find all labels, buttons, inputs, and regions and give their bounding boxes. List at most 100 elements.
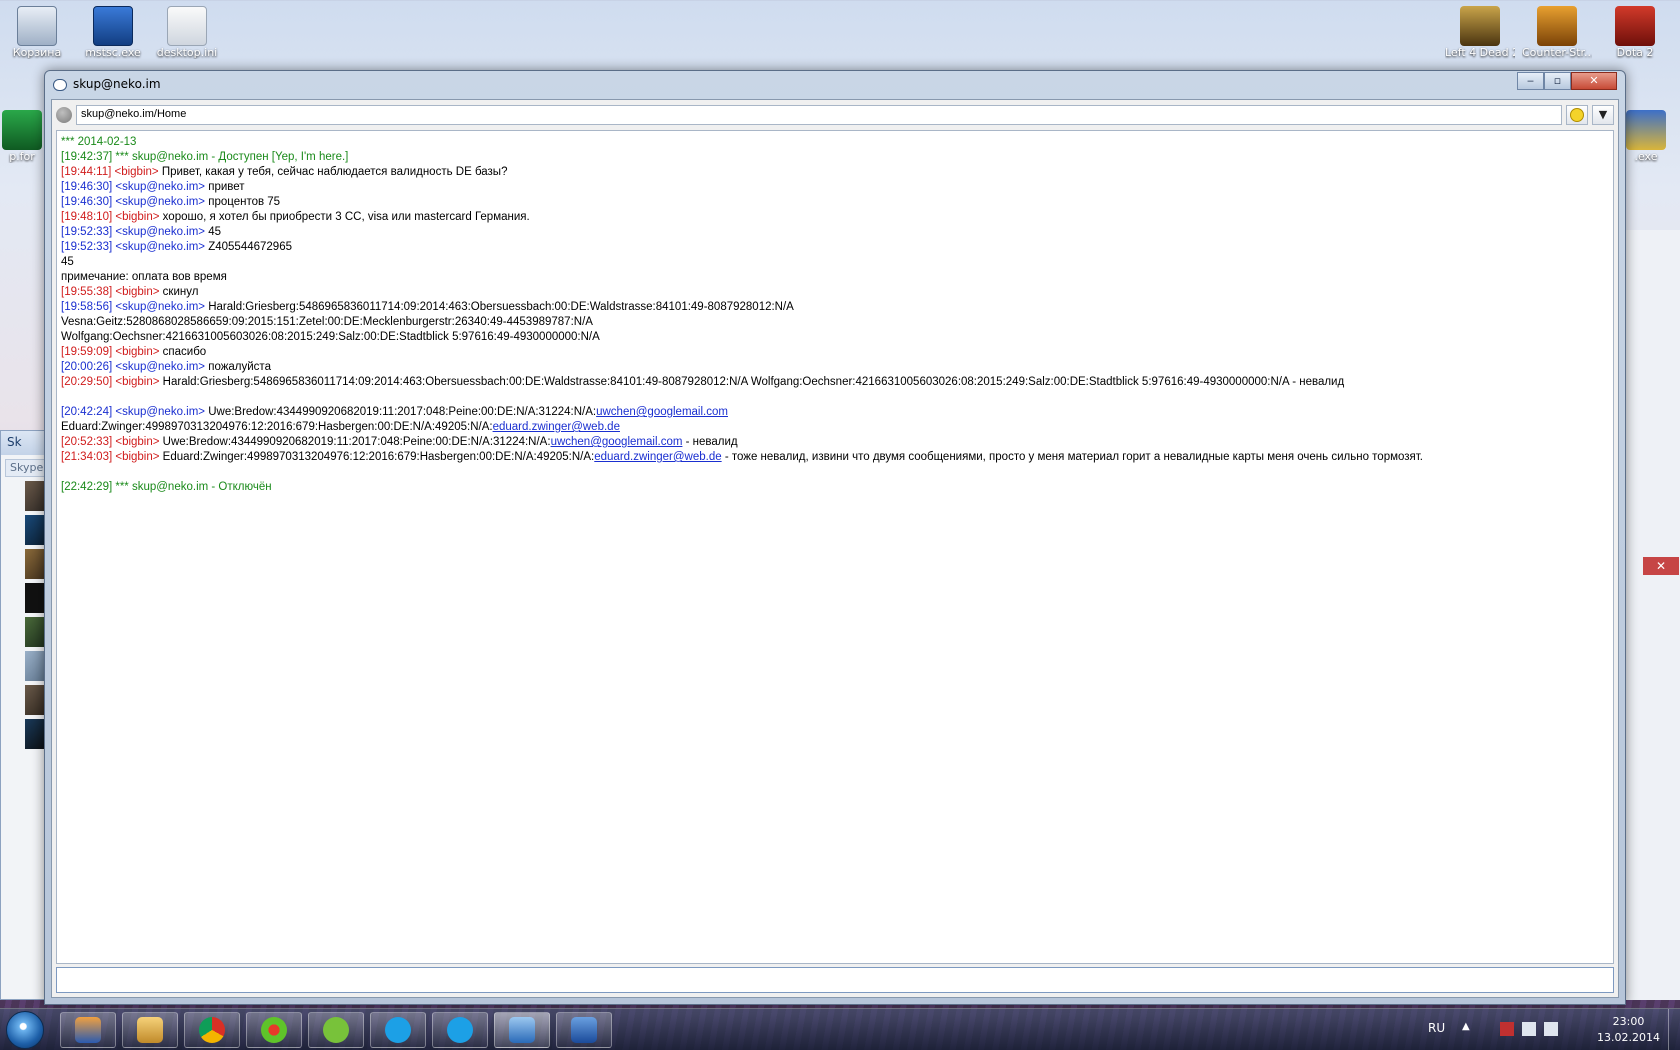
log-line: [19:55:38] <bigbin> скинул — [61, 285, 1609, 300]
taskbar-utorrent[interactable] — [308, 1012, 364, 1048]
message-header: [20:29:50] <bigbin> — [61, 376, 163, 388]
log-line: [19:44:11] <bigbin> Привет, какая у тебя… — [61, 165, 1609, 180]
clock-date: 13.02.2014 — [1597, 1031, 1660, 1044]
window-titlebar[interactable]: skup@neko.im ‒ ▫ ✕ — [45, 71, 1625, 99]
message-text: Harald:Griesberg:5486965836011714:09:201… — [208, 301, 794, 313]
message-header: [19:44:11] <bigbin> — [61, 166, 162, 178]
message-text: Eduard:Zwinger:4998970313204976:12:2016:… — [61, 421, 493, 433]
taskbar-skype-2[interactable] — [432, 1012, 488, 1048]
network-icon[interactable] — [1522, 1022, 1536, 1036]
message-header: [19:46:30] <skup@neko.im> — [61, 181, 209, 193]
shortcut-icon — [2, 110, 42, 150]
message-header: [19:48:10] <bigbin> — [61, 211, 163, 223]
smiley-icon — [1570, 108, 1584, 122]
email-link[interactable]: eduard.zwinger@web.de — [594, 451, 721, 463]
desktop-icon-label: desktop.ini — [156, 46, 218, 59]
log-line: [20:52:33] <bigbin> Uwe:Bredow:434499092… — [61, 435, 1609, 450]
message-text: 45 — [61, 256, 74, 268]
log-line: [19:52:33] <skup@neko.im> 45 — [61, 225, 1609, 240]
status-text: *** 2014-02-13 — [61, 136, 137, 148]
desktop-icon-pfor[interactable]: p.for — [0, 110, 44, 163]
speaker-icon[interactable] — [1544, 1022, 1558, 1036]
log-line: [19:46:30] <skup@neko.im> процентов 75 — [61, 195, 1609, 210]
email-link[interactable]: uwchen@googlemail.com — [551, 436, 683, 448]
log-line: 45 — [61, 255, 1609, 270]
log-line: [20:42:24] <skup@neko.im> Uwe:Bredow:434… — [61, 405, 1609, 420]
taskbar-chrome[interactable] — [184, 1012, 240, 1048]
taskbar-psi[interactable] — [494, 1012, 550, 1048]
status-text: [22:42:29] *** skup@neko.im - Отключён — [61, 481, 272, 493]
message-text: спасибо — [162, 346, 207, 358]
message-header: [19:46:30] <skup@neko.im> — [61, 196, 209, 208]
message-header: [19:59:09] <bigbin> — [61, 346, 163, 358]
log-spacer — [61, 390, 1609, 405]
message-text: скинул — [162, 286, 199, 298]
message-text: пожалуйста — [208, 361, 271, 373]
status-text: [19:42:37] *** skup@neko.im - Доступен [… — [61, 151, 349, 163]
email-link[interactable]: uwchen@googlemail.com — [596, 406, 728, 418]
desktop-icon-recycle-bin[interactable]: Корзина — [2, 6, 72, 59]
log-line: [19:52:33] <skup@neko.im> Z405544672965 — [61, 240, 1609, 255]
contact-status-icon[interactable] — [56, 107, 72, 123]
caption-buttons: ‒ ▫ ✕ — [1517, 72, 1617, 90]
chat-client-area: skup@neko.im/Home ▼ *** 2014-02-13 [19:42… — [51, 99, 1619, 998]
desktop-icon-counter-strike[interactable]: Counter-Str... — [1522, 6, 1592, 59]
skype-icon — [447, 1017, 473, 1043]
log-line: [19:48:10] <bigbin> хорошо, я хотел бы п… — [61, 210, 1609, 225]
explorer-icon — [137, 1017, 163, 1043]
taskbar-remote-desktop[interactable] — [556, 1012, 612, 1048]
close-button[interactable]: ✕ — [1571, 72, 1617, 90]
clock-time: 23:00 — [1612, 1015, 1645, 1028]
chat-log[interactable]: *** 2014-02-13 [19:42:37] *** skup@neko.i… — [56, 130, 1614, 964]
emoticon-button[interactable] — [1566, 105, 1588, 125]
clock[interactable]: 23:00 13.02.2014 — [1597, 1014, 1660, 1046]
minimize-button[interactable]: ‒ — [1517, 72, 1544, 90]
desktop-icon-dota2[interactable]: Dota 2 — [1600, 6, 1670, 59]
psi-icon — [509, 1017, 535, 1043]
message-text: примечание: оплата вов время — [61, 271, 227, 283]
log-line: Wolfgang:Oechsner:4216631005603026:08:20… — [61, 330, 1609, 345]
message-header: [20:52:33] <bigbin> — [61, 436, 163, 448]
flag-icon[interactable] — [1500, 1022, 1514, 1036]
close-icon[interactable]: ✕ — [1643, 557, 1679, 575]
desktop-icon-mstsc[interactable]: mstsc.exe — [78, 6, 148, 59]
email-link[interactable]: eduard.zwinger@web.de — [493, 421, 620, 433]
show-hidden-icons-button[interactable]: ▲ — [1462, 1021, 1470, 1032]
remote-desktop-icon — [93, 6, 133, 46]
log-line: *** 2014-02-13 — [61, 135, 1609, 150]
chrome-icon — [199, 1017, 225, 1043]
system-tray: RU ▲ 23:00 13.02.2014 — [1420, 1009, 1680, 1050]
icq-icon — [261, 1017, 287, 1043]
log-line: Eduard:Zwinger:4998970313204976:12:2016:… — [61, 420, 1609, 435]
chat-bubble-icon — [53, 79, 67, 91]
desktop-icon-label: mstsc.exe — [85, 46, 141, 59]
language-indicator[interactable]: RU — [1428, 1021, 1445, 1035]
counter-strike-icon — [1537, 6, 1577, 46]
show-desktop-button[interactable] — [1668, 1009, 1680, 1050]
taskbar-skype[interactable] — [370, 1012, 426, 1048]
taskbar-icq[interactable] — [246, 1012, 302, 1048]
taskbar-media-player[interactable] — [60, 1012, 116, 1048]
jid-field[interactable]: skup@neko.im/Home — [76, 105, 1562, 125]
log-line: [20:00:26] <skup@neko.im> пожалуйста — [61, 360, 1609, 375]
chat-menu-button[interactable]: ▼ — [1592, 105, 1614, 125]
message-text: привет — [208, 181, 245, 193]
taskbar-explorer[interactable] — [122, 1012, 178, 1048]
message-text: Harald:Griesberg:5486965836011714:09:201… — [162, 376, 1345, 388]
desktop-icon-desktop-ini[interactable]: desktop.ini — [152, 6, 222, 59]
message-text: Привет, какая у тебя, сейчас наблюдается… — [161, 166, 508, 178]
background-window-right[interactable]: ✕ — [1620, 230, 1680, 1000]
log-line: [19:42:37] *** skup@neko.im - Доступен [… — [61, 150, 1609, 165]
dota2-icon — [1615, 6, 1655, 46]
desktop-icon-label: Left 4 Dead 2 — [1445, 46, 1515, 59]
log-line: [20:29:50] <bigbin> Harald:Griesberg:548… — [61, 375, 1609, 390]
log-line: [19:58:56] <skup@neko.im> Harald:Griesbe… — [61, 300, 1609, 315]
settings-file-icon — [167, 6, 207, 46]
utorrent-icon — [323, 1017, 349, 1043]
start-button[interactable] — [6, 1011, 44, 1049]
message-text: процентов 75 — [208, 196, 281, 208]
message-text: хорошо, я хотел бы приобрести 3 CC, visa… — [162, 211, 530, 223]
desktop-icon-left4dead2[interactable]: Left 4 Dead 2 — [1445, 6, 1515, 59]
maximize-button[interactable]: ▫ — [1544, 72, 1571, 90]
message-input[interactable] — [56, 967, 1614, 993]
